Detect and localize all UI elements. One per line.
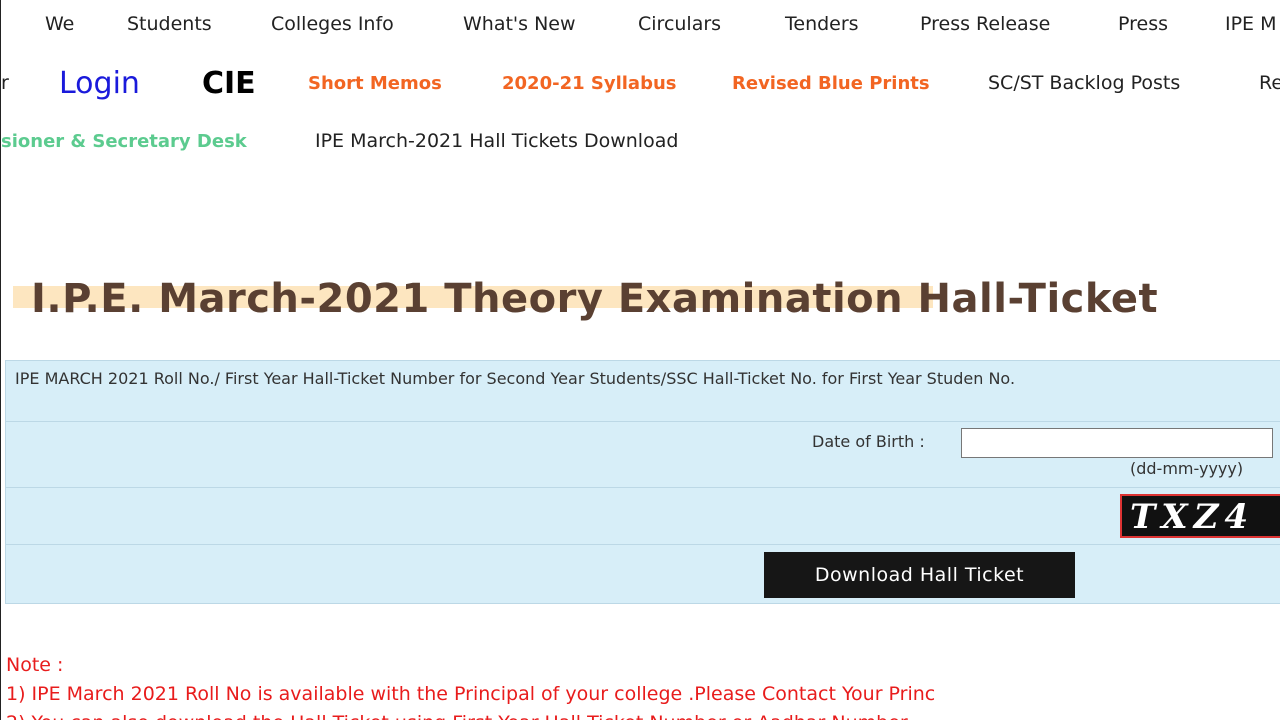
note-heading: Note : — [6, 654, 64, 676]
nav-item-tenders[interactable]: Tenders — [785, 13, 859, 35]
nav-item-press-release[interactable]: Press Release — [920, 13, 1050, 35]
nav-item-cut-left[interactable]: r — [1, 72, 9, 94]
captcha-image: TXZ4 — [1120, 494, 1280, 538]
nav-item-press[interactable]: Press — [1118, 13, 1168, 35]
secretary-desk-link[interactable]: sioner & Secretary Desk — [1, 131, 247, 152]
login-link[interactable]: Login — [59, 66, 140, 101]
dob-label: Date of Birth : — [812, 432, 925, 451]
note-line-1: 1) IPE March 2021 Roll No is available w… — [6, 683, 936, 705]
cie-link[interactable]: CIE — [202, 66, 256, 101]
page-title: I.P.E. March-2021 Theory Examination Hal… — [31, 276, 1159, 322]
blue-prints-link[interactable]: Revised Blue Prints — [732, 73, 930, 94]
syllabus-link[interactable]: 2020-21 Syllabus — [502, 73, 676, 94]
roll-number-label: IPE MARCH 2021 Roll No./ First Year Hall… — [15, 369, 1016, 388]
captcha-text: TXZ4 — [1130, 497, 1255, 537]
notes-section: Note : 1) IPE March 2021 Roll No is avai… — [6, 652, 1280, 720]
main-nav: We Students Colleges Info What's New Cir… — [1, 13, 1280, 39]
hall-ticket-form: IPE MARCH 2021 Roll No./ First Year Hall… — [5, 360, 1280, 604]
backlog-posts-link[interactable]: SC/ST Backlog Posts — [988, 72, 1180, 94]
nav-item-we[interactable]: We — [45, 13, 74, 35]
download-hall-ticket-button[interactable]: Download Hall Ticket — [764, 552, 1075, 598]
secondary-nav: r Login CIE Short Memos 2020-21 Syllabus… — [1, 66, 1280, 106]
dob-input[interactable] — [961, 428, 1273, 458]
nav-item-circulars[interactable]: Circulars — [638, 13, 721, 35]
dob-row: Date of Birth : (dd-mm-yyyy) — [6, 422, 1280, 488]
nav-item-whats-new[interactable]: What's New — [463, 13, 576, 35]
roll-number-row: IPE MARCH 2021 Roll No./ First Year Hall… — [6, 361, 1280, 422]
hall-tickets-download-link[interactable]: IPE March-2021 Hall Tickets Download — [315, 130, 678, 152]
nav-item-colleges-info[interactable]: Colleges Info — [271, 13, 394, 35]
tertiary-nav: sioner & Secretary Desk IPE March-2021 H… — [1, 130, 1280, 156]
nav-item-students[interactable]: Students — [127, 13, 212, 35]
dob-format-hint: (dd-mm-yyyy) — [1130, 459, 1244, 478]
captcha-row: TXZ4 — [6, 488, 1280, 545]
note-line-2: 2) You can also download the Hall Ticket… — [6, 710, 1280, 720]
nav-item-ipe-m[interactable]: IPE M — [1225, 13, 1277, 35]
nav-item-cut-right[interactable]: Re — [1259, 72, 1280, 94]
page-title-block: I.P.E. March-2021 Theory Examination Hal… — [13, 276, 1280, 328]
submit-row: Download Hall Ticket — [6, 545, 1280, 603]
short-memos-link[interactable]: Short Memos — [308, 73, 442, 94]
